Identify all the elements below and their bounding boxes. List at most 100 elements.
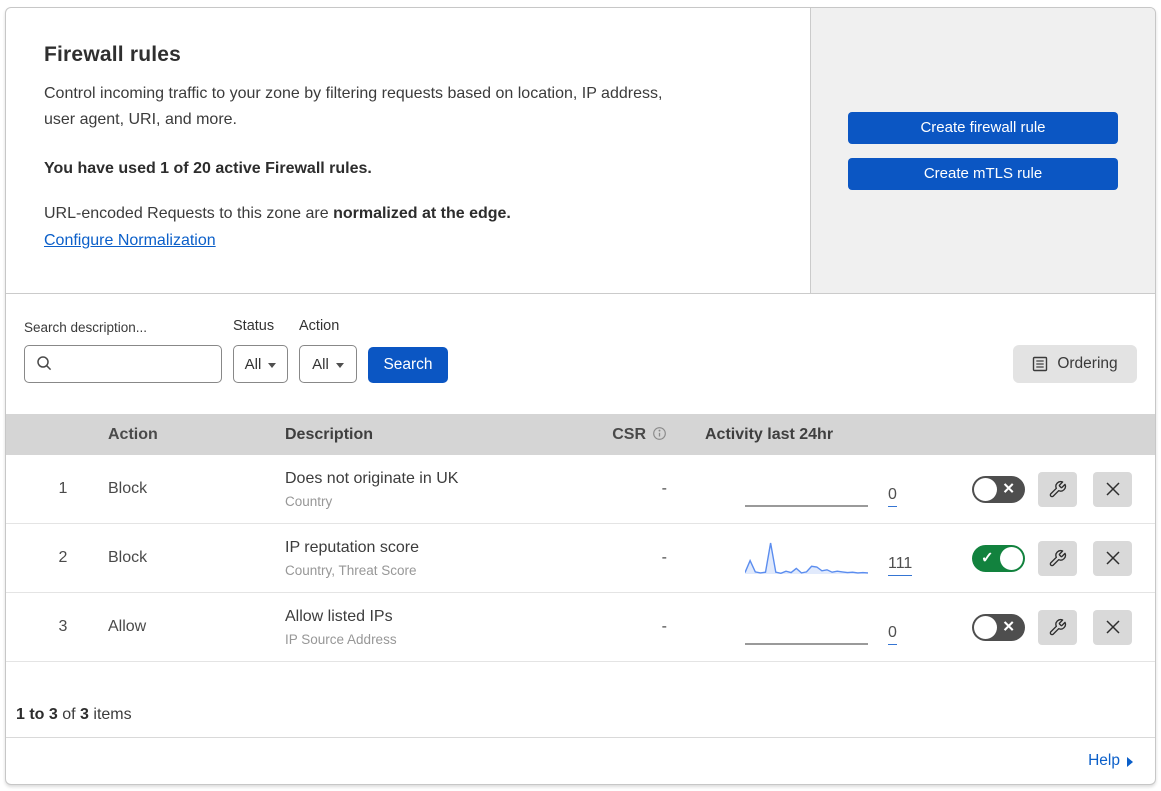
overview-text: Firewall rules Control incoming traffic …	[6, 8, 810, 293]
table-row: 2 Block IP reputation score Country, Thr…	[6, 524, 1155, 593]
ordering-label: Ordering	[1057, 355, 1118, 372]
toggle-knob	[1000, 546, 1023, 570]
sparkline-flat	[745, 471, 868, 507]
firewall-rules-card: Firewall rules Control incoming traffic …	[5, 7, 1156, 785]
close-icon	[1105, 620, 1120, 634]
csr-label: CSR	[612, 425, 646, 443]
enable-toggle[interactable]: ✕	[972, 613, 1025, 641]
rule-priority: 1	[58, 480, 68, 497]
rule-csr: -	[661, 549, 667, 566]
normalization-bold: normalized at the edge.	[333, 205, 511, 222]
configure-normalization-link[interactable]: Configure Normalization	[44, 232, 216, 250]
search-group: Search description...	[24, 320, 222, 383]
rule-criteria: Country, Threat Score	[285, 562, 417, 578]
delete-rule-button[interactable]	[1093, 471, 1132, 507]
usage-line: You have used 1 of 20 active Firewall ru…	[44, 160, 372, 177]
overview-section: Firewall rules Control incoming traffic …	[6, 8, 1155, 294]
status-label: Status	[233, 318, 275, 334]
create-mtls-rule-button[interactable]: Create mTLS rule	[848, 157, 1118, 190]
rule-controls: ✓	[937, 540, 1155, 576]
rule-criteria: Country	[285, 493, 333, 509]
wrench-icon	[1049, 549, 1067, 566]
table-row: 3 Allow Allow listed IPs IP Source Addre…	[6, 593, 1155, 662]
page-description: Control incoming traffic to your zone by…	[44, 85, 663, 128]
search-input[interactable]	[24, 345, 222, 383]
col-action: Action	[108, 425, 158, 443]
normalization-prefix: URL-encoded Requests to this zone are	[44, 205, 334, 222]
toggle-knob	[974, 615, 997, 639]
ordering-button[interactable]: Ordering	[1013, 345, 1137, 383]
chevron-down-icon	[335, 362, 344, 368]
info-icon[interactable]	[652, 426, 667, 441]
activity-count-link[interactable]: 0	[888, 625, 897, 645]
table-header: Action Description CSR Activity last 24h…	[6, 414, 1155, 455]
close-icon	[1105, 482, 1120, 496]
rule-activity-cell: 0	[667, 471, 937, 507]
search-input-wrap	[24, 345, 222, 383]
rule-controls: ✕	[937, 471, 1155, 507]
rule-action: Block	[108, 480, 148, 497]
rule-action: Block	[108, 549, 148, 566]
x-mark-icon: ✕	[1002, 480, 1015, 498]
activity-sparkline	[744, 540, 869, 576]
rule-description-cell: IP reputation score Country, Threat Scor…	[285, 539, 571, 578]
action-value: All	[312, 355, 329, 373]
check-mark-icon: ✓	[981, 549, 994, 567]
activity-count-link[interactable]: 0	[888, 487, 897, 507]
action-group: Action All	[299, 318, 357, 383]
search-button[interactable]: Search	[368, 347, 448, 383]
rule-criteria: IP Source Address	[285, 631, 397, 647]
table-row: 1 Block Does not originate in UK Country…	[6, 455, 1155, 524]
enable-toggle[interactable]: ✓	[972, 544, 1025, 572]
rule-activity-cell: 111	[667, 540, 937, 576]
col-csr: CSR	[571, 426, 667, 444]
filter-bar: Search description... Status All Action …	[6, 294, 1155, 414]
actions-panel: Create firewall rule Create mTLS rule	[810, 8, 1155, 293]
action-label: Action	[299, 318, 340, 334]
edit-rule-button[interactable]	[1038, 540, 1077, 576]
rule-description: IP reputation score	[285, 538, 420, 556]
status-select[interactable]: All	[233, 345, 288, 383]
wrench-icon	[1049, 618, 1067, 635]
col-activity: Activity last 24hr	[705, 425, 834, 443]
close-icon	[1105, 551, 1120, 565]
normalization-line: URL-encoded Requests to this zone are no…	[44, 205, 770, 223]
rule-priority: 2	[58, 549, 68, 566]
list-icon	[1033, 356, 1048, 372]
edit-rule-button[interactable]	[1038, 609, 1077, 645]
create-firewall-rule-button[interactable]: Create firewall rule	[848, 111, 1118, 144]
page-title: Firewall rules	[44, 43, 182, 66]
help-link[interactable]: Help	[1088, 752, 1133, 770]
rule-activity-cell: 0	[667, 609, 937, 645]
rule-description: Does not originate in UK	[285, 469, 459, 487]
status-value: All	[244, 355, 262, 373]
col-description: Description	[285, 425, 374, 443]
items-range: 1 to 3 of 3 items	[16, 706, 132, 723]
rule-csr: -	[661, 480, 667, 497]
table-footer: 1 to 3 of 3 items	[6, 662, 1155, 738]
delete-rule-button[interactable]	[1093, 609, 1132, 645]
sparkline-chart	[744, 542, 869, 575]
search-label: Search description...	[24, 320, 148, 335]
enable-toggle[interactable]: ✕	[972, 475, 1025, 503]
help-bar: Help	[6, 738, 1155, 784]
action-select[interactable]: All	[299, 345, 357, 383]
delete-rule-button[interactable]	[1093, 540, 1132, 576]
sparkline-flat	[745, 609, 868, 645]
status-group: Status All	[233, 318, 288, 383]
rule-controls: ✕	[937, 609, 1155, 645]
activity-count-link[interactable]: 111	[888, 556, 913, 576]
x-mark-icon: ✕	[1002, 618, 1015, 636]
rule-description-cell: Does not originate in UK Country	[285, 470, 571, 509]
rule-description: Allow listed IPs	[285, 607, 393, 625]
wrench-icon	[1049, 480, 1067, 497]
rule-priority: 3	[58, 618, 68, 635]
search-icon	[37, 356, 52, 371]
toggle-knob	[974, 477, 997, 501]
rule-csr: -	[661, 618, 667, 635]
rule-action: Allow	[108, 618, 147, 635]
caret-right-icon	[1127, 756, 1133, 767]
help-label: Help	[1088, 752, 1120, 769]
rule-description-cell: Allow listed IPs IP Source Address	[285, 608, 571, 647]
edit-rule-button[interactable]	[1038, 471, 1077, 507]
